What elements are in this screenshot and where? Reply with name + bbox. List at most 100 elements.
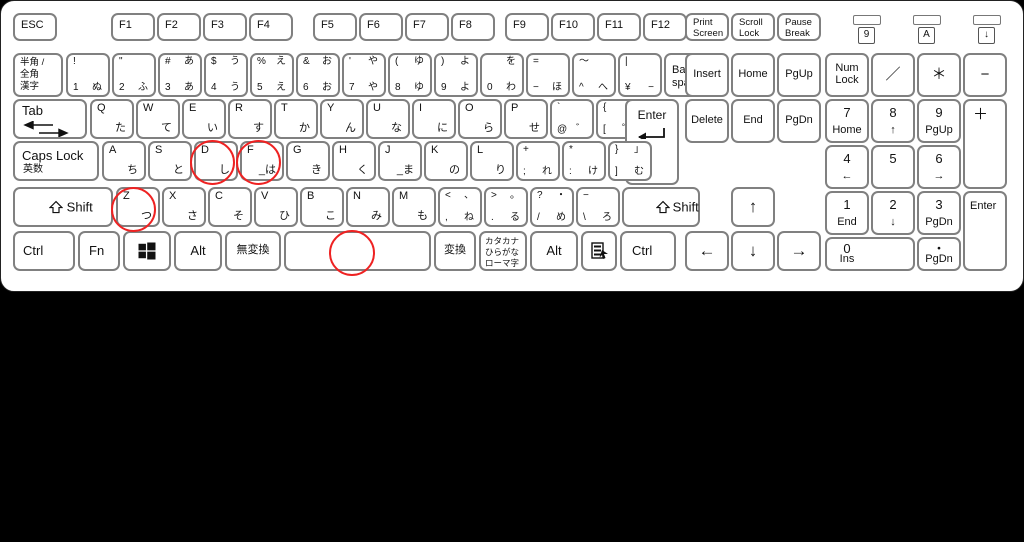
key-x[interactable]: X さ [162, 187, 206, 227]
key-pause-break[interactable]: Pause Break [777, 13, 821, 41]
key-caret[interactable]: ～ ^ へ [572, 53, 616, 97]
key-3[interactable]: # あ 3 あ [158, 53, 202, 97]
key-p[interactable]: P せ [504, 99, 548, 139]
numpad-multiply[interactable]: ＊ [917, 53, 961, 97]
key-g[interactable]: G き [286, 141, 330, 181]
key-menu[interactable] [581, 231, 617, 271]
space-bar[interactable] [284, 231, 431, 271]
key-w[interactable]: W て [136, 99, 180, 139]
key-r[interactable]: R す [228, 99, 272, 139]
numpad-1[interactable]: 1 End [825, 191, 869, 235]
key-9[interactable]: ) よ 9 よ [434, 53, 478, 97]
key-shift-left[interactable]: Shift [13, 187, 113, 227]
key-k[interactable]: K の [424, 141, 468, 181]
key-s[interactable]: S と [148, 141, 192, 181]
key-pgdn[interactable]: PgDn [777, 99, 821, 143]
key-period[interactable]: > 。 . る [484, 187, 528, 227]
key-ctrl-right[interactable]: Ctrl [620, 231, 676, 271]
key-u[interactable]: U な [366, 99, 410, 139]
key-j[interactable]: J _ま [378, 141, 422, 181]
key-a[interactable]: A ち [102, 141, 146, 181]
numpad-6[interactable]: 6 → [917, 145, 961, 189]
numpad-enter[interactable]: Enter [963, 191, 1007, 271]
key-esc[interactable]: ESC [13, 13, 57, 41]
key-6[interactable]: & お 6 お [296, 53, 340, 97]
key-2[interactable]: " 2 ふ [112, 53, 156, 97]
key-f3[interactable]: F3 [203, 13, 247, 41]
key-f12[interactable]: F12 [643, 13, 687, 41]
key-arrow-right[interactable]: → [777, 231, 821, 271]
key-num-lock[interactable]: Num Lock [825, 53, 869, 97]
key-windows[interactable] [123, 231, 171, 271]
key-f9[interactable]: F9 [505, 13, 549, 41]
numpad-4[interactable]: 4 ← [825, 145, 869, 189]
key-0[interactable]: を 0 わ [480, 53, 524, 97]
key-z[interactable]: Z つ [116, 187, 160, 227]
numpad-2[interactable]: 2 ↓ [871, 191, 915, 235]
key-alt-right[interactable]: Alt [530, 231, 578, 271]
numpad-minus[interactable]: − [963, 53, 1007, 97]
key-end[interactable]: End [731, 99, 775, 143]
key-tab[interactable]: Tab [13, 99, 87, 139]
key-h[interactable]: H く [332, 141, 376, 181]
numpad-plus[interactable]: ＋ [963, 99, 1007, 189]
key-8[interactable]: ( ゆ 8 ゆ [388, 53, 432, 97]
key-print-screen[interactable]: Print Screen [685, 13, 729, 41]
key-f1[interactable]: F1 [111, 13, 155, 41]
key-4[interactable]: $ う 4 う [204, 53, 248, 97]
key-delete[interactable]: Delete [685, 99, 729, 143]
key-arrow-down[interactable]: ↓ [731, 231, 775, 271]
key-semicolon[interactable]: + ; れ [516, 141, 560, 181]
key-insert[interactable]: Insert [685, 53, 729, 97]
key-ctrl-left[interactable]: Ctrl [13, 231, 75, 271]
key-at[interactable]: ` @ ゛ [550, 99, 594, 139]
key-henkan[interactable]: 変換 [434, 231, 476, 271]
numpad-7[interactable]: 7 Home [825, 99, 869, 143]
key-c[interactable]: C そ [208, 187, 252, 227]
numpad-8[interactable]: 8 ↑ [871, 99, 915, 143]
key-shift-right[interactable]: Shift [622, 187, 700, 227]
key-bracket-right[interactable]: } 」 ] む [608, 141, 652, 181]
key-alt-left[interactable]: Alt [174, 231, 222, 271]
key-m[interactable]: M も [392, 187, 436, 227]
key-f6[interactable]: F6 [359, 13, 403, 41]
key-hankaku-zenkaku[interactable]: 半角 / 全角 漢字 [13, 53, 63, 97]
key-n[interactable]: N み [346, 187, 390, 227]
key-b[interactable]: B こ [300, 187, 344, 227]
key-colon[interactable]: * : け [562, 141, 606, 181]
key-f7[interactable]: F7 [405, 13, 449, 41]
key-i[interactable]: I に [412, 99, 456, 139]
key-f8[interactable]: F8 [451, 13, 495, 41]
key-f4[interactable]: F4 [249, 13, 293, 41]
key-minus[interactable]: = − ほ [526, 53, 570, 97]
key-home[interactable]: Home [731, 53, 775, 97]
key-v[interactable]: V ひ [254, 187, 298, 227]
key-scroll-lock[interactable]: Scroll Lock [731, 13, 775, 41]
key-pgup[interactable]: PgUp [777, 53, 821, 97]
key-slash[interactable]: ? ・ / め [530, 187, 574, 227]
key-e[interactable]: E い [182, 99, 226, 139]
key-t[interactable]: T か [274, 99, 318, 139]
key-arrow-up[interactable]: ↑ [731, 187, 775, 227]
key-q[interactable]: Q た [90, 99, 134, 139]
key-yen[interactable]: | ¥ − [618, 53, 662, 97]
key-muhenkan[interactable]: 無変換 [225, 231, 281, 271]
numpad-3[interactable]: 3 PgDn [917, 191, 961, 235]
numpad-0[interactable]: 0 Ins [825, 237, 915, 271]
key-backslash[interactable]: − \ ろ [576, 187, 620, 227]
numpad-9[interactable]: 9 PgUp [917, 99, 961, 143]
key-1[interactable]: ! 1 ぬ [66, 53, 110, 97]
key-y[interactable]: Y ん [320, 99, 364, 139]
key-fn[interactable]: Fn [78, 231, 120, 271]
key-f2[interactable]: F2 [157, 13, 201, 41]
key-d[interactable]: D し [194, 141, 238, 181]
numpad-divide[interactable]: ／ [871, 53, 915, 97]
key-f10[interactable]: F10 [551, 13, 595, 41]
numpad-5[interactable]: 5 [871, 145, 915, 189]
key-7[interactable]: ' や 7 や [342, 53, 386, 97]
key-f11[interactable]: F11 [597, 13, 641, 41]
key-f5[interactable]: F5 [313, 13, 357, 41]
key-l[interactable]: L り [470, 141, 514, 181]
key-katakana-hiragana-romaji[interactable]: カタカナ ひらがな ローマ字 [479, 231, 527, 271]
key-o[interactable]: O ら [458, 99, 502, 139]
